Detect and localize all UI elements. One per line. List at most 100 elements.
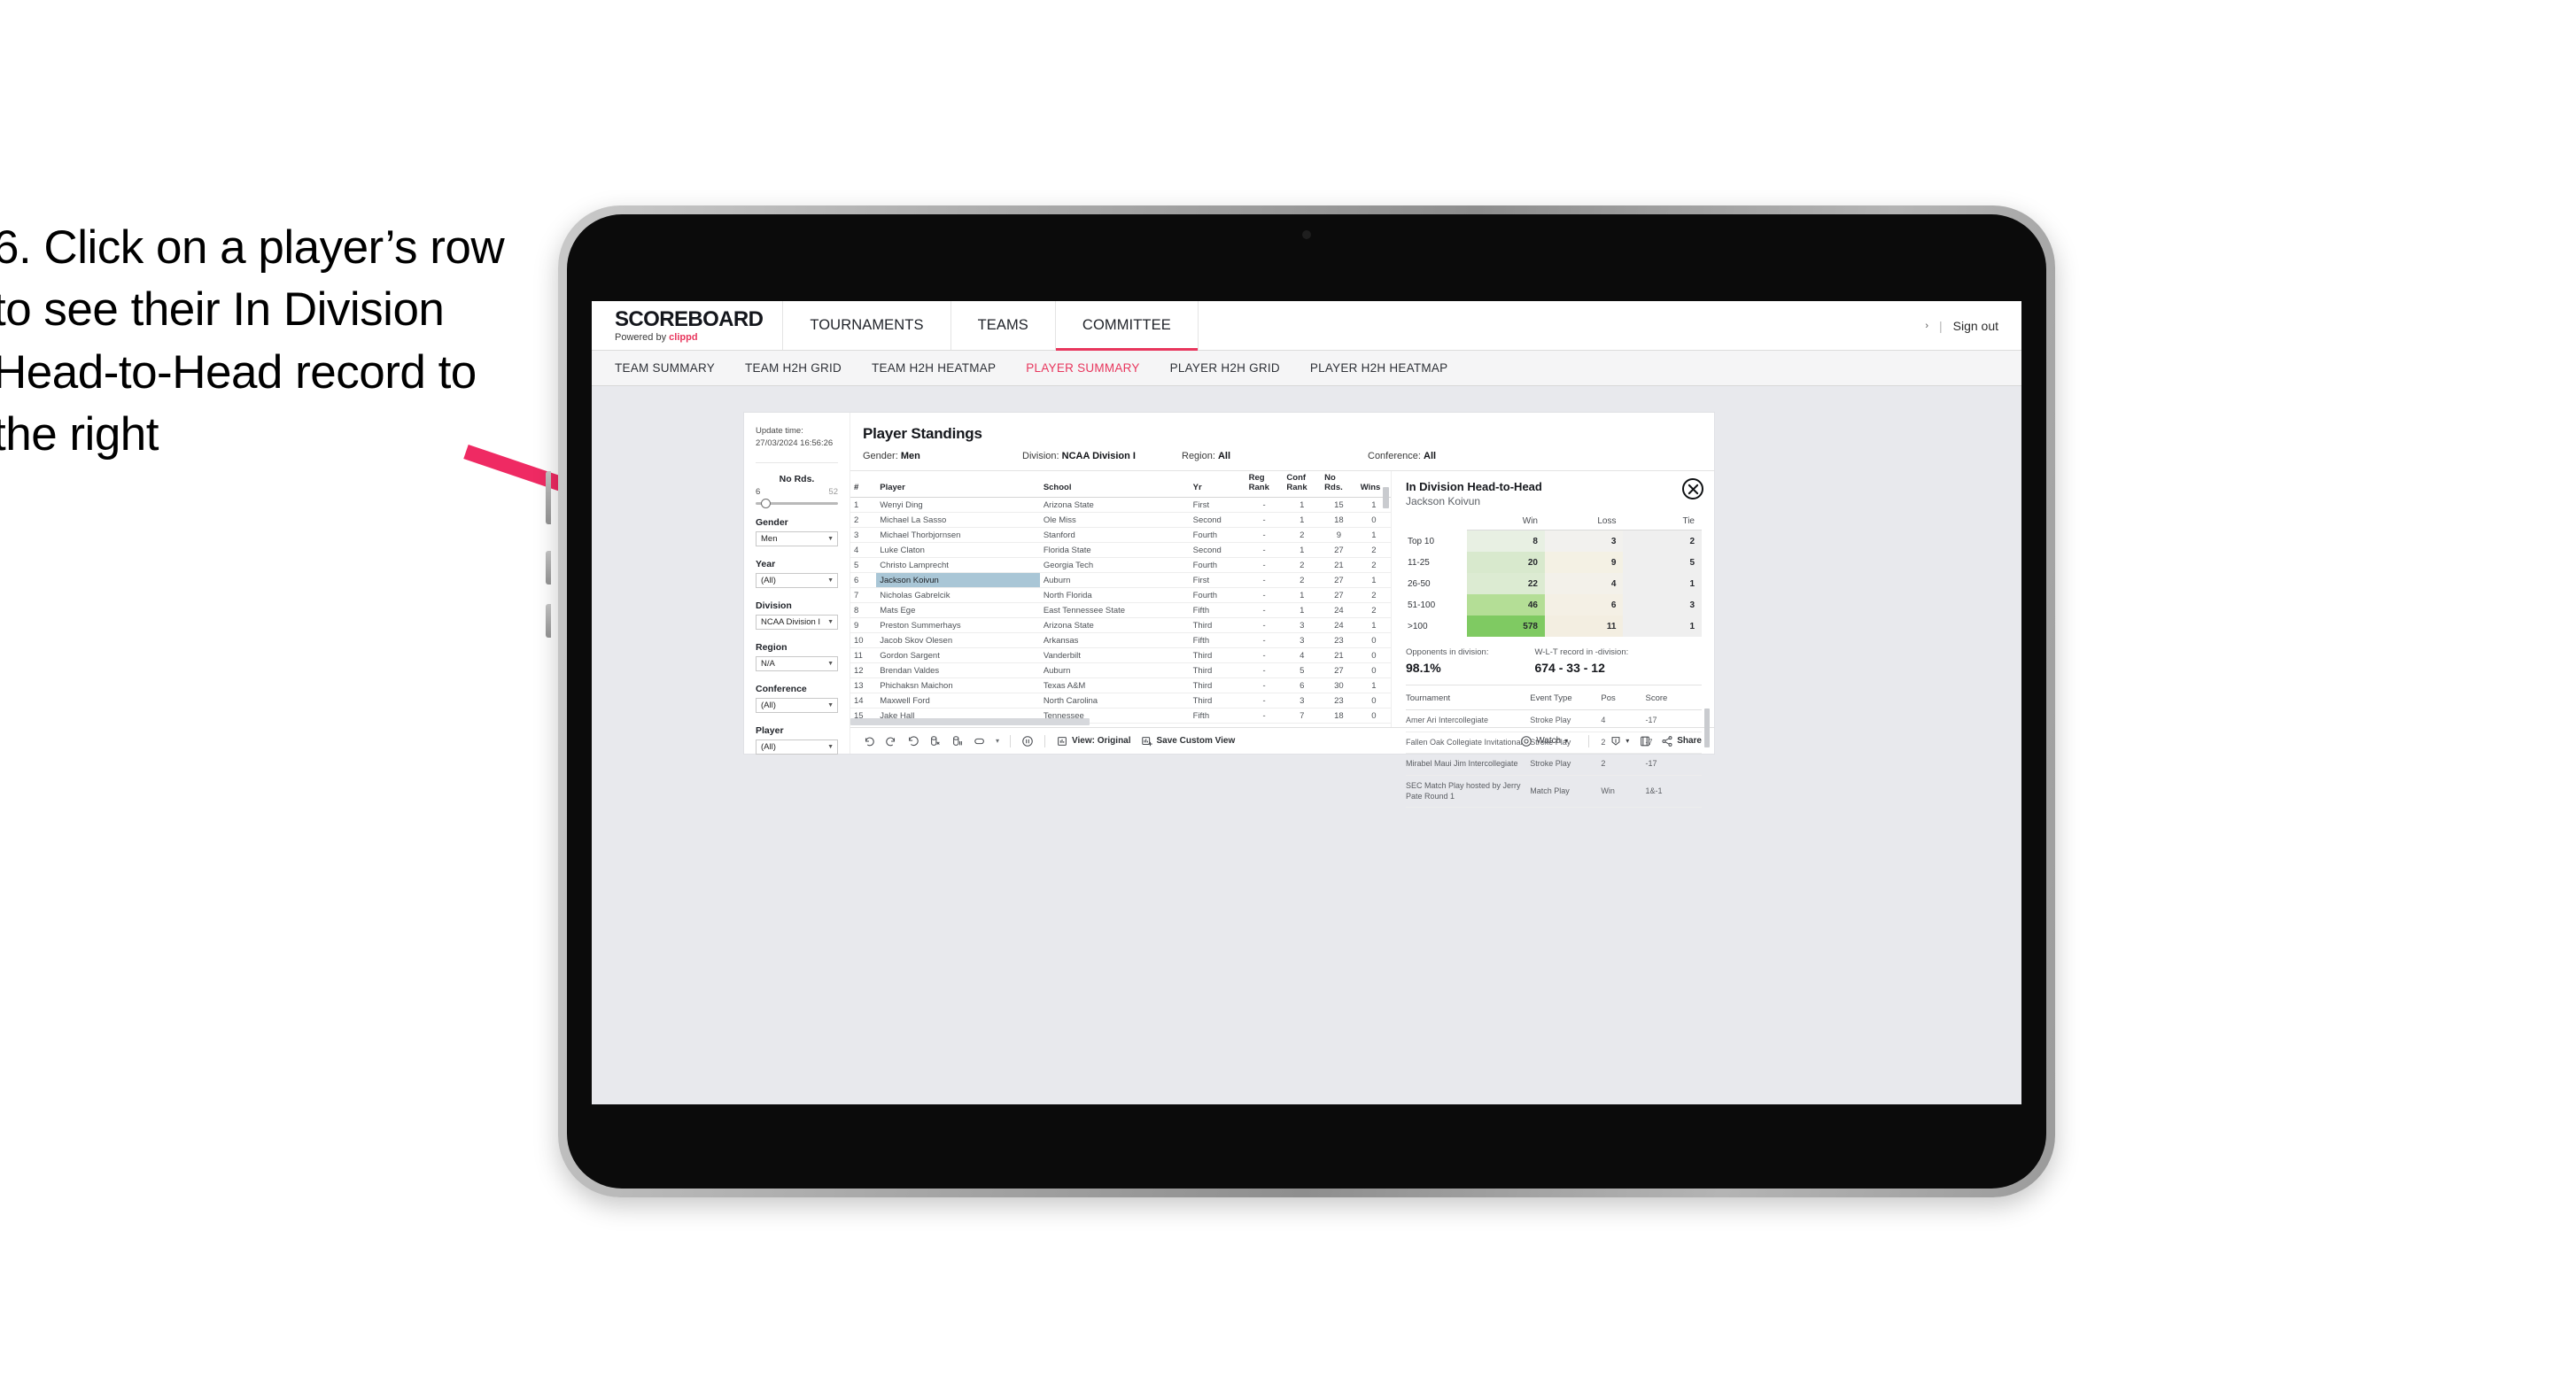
- tab-team-h2h-heatmap[interactable]: TEAM H2H HEATMAP: [872, 361, 996, 375]
- table-row[interactable]: 4 Luke Claton Florida State Second -1 27 2: [850, 542, 1391, 559]
- table-row[interactable]: 13 Phichaksn Maichon Texas A&M Third -6 30 1: [850, 678, 1391, 694]
- col-player[interactable]: Player: [876, 471, 1040, 499]
- summary-gender-label: Gender:: [863, 451, 898, 461]
- tab-player-h2h-grid[interactable]: PLAYER H2H GRID: [1170, 361, 1280, 375]
- summary-division-label: Division:: [1022, 451, 1059, 461]
- player-standings-table: # Player School Yr Reg Rank Conf Rank No…: [850, 471, 1391, 727]
- cell-player: Christo Lamprecht: [876, 557, 1040, 574]
- filter-gender-value: Men: [761, 533, 778, 544]
- table-row[interactable]: 9 Preston Summerhays Arizona State Third -3 2…: [850, 617, 1391, 634]
- table-row[interactable]: 11 Gordon Sargent Vanderbilt Third -4 21 0: [850, 647, 1391, 664]
- undo-icon[interactable]: [863, 735, 875, 747]
- cell-reg-rank: -: [1245, 647, 1284, 664]
- tournament-row[interactable]: Fallen Oak Collegiate Invitational Stroke…: [1406, 732, 1702, 755]
- h2h-col-tie: Tie: [1623, 516, 1702, 530]
- account-chevron-icon[interactable]: ›: [1925, 321, 1928, 331]
- cell-event-type: Stroke Play: [1530, 753, 1602, 777]
- cell-conf-rank: 2: [1283, 557, 1322, 574]
- view-original-button[interactable]: View: Original: [1056, 735, 1131, 747]
- cell-reg-rank: -: [1245, 587, 1284, 604]
- no-rounds-range: 6 52: [756, 487, 838, 497]
- pill-icon[interactable]: [974, 735, 986, 747]
- filter-division-value: NCAA Division I: [761, 616, 821, 627]
- filter-division-select[interactable]: NCAA Division I ▼: [756, 614, 838, 630]
- cell-school: Arkansas: [1039, 632, 1190, 649]
- pause-auto-update-icon[interactable]: [1021, 735, 1034, 747]
- table-row[interactable]: 10 Jacob Skov Olesen Arkansas Fifth -3 23 0: [850, 632, 1391, 649]
- table-row[interactable]: 12 Brendan Valdes Auburn Third -5 27 0: [850, 662, 1391, 679]
- filter-gender-select[interactable]: Men ▼: [756, 530, 838, 546]
- cell-player: Wenyi Ding: [876, 497, 1040, 514]
- pause-data-icon[interactable]: [951, 735, 964, 747]
- col-conf-rank[interactable]: Conf Rank: [1283, 471, 1322, 499]
- filter-conference-select[interactable]: (All) ▼: [756, 697, 838, 713]
- cell-conf-rank: 5: [1283, 662, 1322, 679]
- table-row[interactable]: 14 Maxwell Ford North Carolina Third -3 23 0: [850, 693, 1391, 709]
- pill-chevron-icon[interactable]: ▾: [996, 737, 999, 745]
- table-horizontal-scrollbar[interactable]: [850, 718, 1090, 725]
- revert-icon[interactable]: [907, 735, 919, 747]
- cell-score: -17: [1645, 753, 1702, 777]
- device-button-volume-down: [546, 551, 551, 585]
- redo-icon[interactable]: [885, 735, 897, 747]
- filter-year: Year (All) ▼: [756, 559, 838, 588]
- nav-committee[interactable]: COMMITTEE: [1055, 301, 1199, 351]
- nav-tournaments[interactable]: TOURNAMENTS: [783, 301, 951, 350]
- cell-conf-rank: 8: [1283, 723, 1322, 727]
- cell-reg-rank: -: [1245, 527, 1284, 544]
- no-rounds-slider-handle[interactable]: [761, 498, 771, 508]
- table-row[interactable]: 8 Mats Ege East Tennessee State Fifth -1 24 2: [850, 602, 1391, 619]
- cell-reg-rank: -: [1245, 632, 1284, 649]
- tab-team-h2h-grid[interactable]: TEAM H2H GRID: [745, 361, 842, 375]
- col-school[interactable]: School: [1039, 471, 1190, 499]
- h2h-band-label: 26-50: [1408, 578, 1431, 589]
- filter-player-select[interactable]: (All) ▼: [756, 739, 838, 755]
- cell-school: Auburn: [1039, 662, 1190, 679]
- table-row[interactable]: 2 Michael La Sasso Ole Miss Second -1 18 0: [850, 512, 1391, 529]
- col-reg-rank[interactable]: Reg Rank: [1245, 471, 1284, 499]
- save-custom-view-button[interactable]: Save Custom View: [1141, 735, 1235, 747]
- device-button-power: [546, 604, 551, 638]
- cell-yr: Fourth: [1189, 587, 1245, 604]
- col-no-rds[interactable]: No Rds.: [1321, 471, 1357, 499]
- cell-no-rds: 19: [1321, 723, 1357, 727]
- col-yr[interactable]: Yr: [1189, 471, 1245, 499]
- tab-team-summary[interactable]: TEAM SUMMARY: [615, 361, 715, 375]
- sign-out-button[interactable]: Sign out: [1953, 319, 1998, 333]
- tournament-row[interactable]: SEC Match Play hosted by Jerry Pate Roun…: [1406, 775, 1702, 809]
- close-icon[interactable]: [1682, 478, 1703, 499]
- cell-tournament-name: Fallen Oak Collegiate Invitational: [1406, 732, 1531, 755]
- stat-opponents: Opponents in division: 98.1%: [1406, 647, 1504, 675]
- no-rounds-slider[interactable]: [756, 498, 838, 508]
- table-row[interactable]: 6 Jackson Koivun Auburn First -2 27 1: [850, 572, 1391, 589]
- cell-conf-rank: 1: [1283, 497, 1322, 514]
- cell-rank: 7: [850, 587, 877, 604]
- table-row[interactable]: 7 Nicholas Gabrelcik North Florida Fourth -1…: [850, 587, 1391, 604]
- h2h-cell-loss: 3: [1544, 530, 1624, 552]
- tournaments-scrollbar[interactable]: [1704, 708, 1710, 747]
- cell-yr: Fifth: [1189, 602, 1245, 619]
- tab-player-h2h-heatmap[interactable]: PLAYER H2H HEATMAP: [1310, 361, 1448, 375]
- filter-region-select[interactable]: N/A ▼: [756, 655, 838, 671]
- cell-wins: 0: [1356, 662, 1391, 679]
- tournament-row[interactable]: Mirabel Maui Jim Intercollegiate Stroke P…: [1406, 753, 1702, 777]
- nav-teams[interactable]: TEAMS: [951, 301, 1056, 350]
- cell-yr: Second: [1189, 512, 1245, 529]
- table-row[interactable]: 1 Wenyi Ding Arizona State First -1 15 1: [850, 497, 1391, 514]
- stat-record-value: 674 - 33 - 12: [1534, 661, 1605, 675]
- cell-school: North Florida: [1039, 587, 1190, 604]
- tournament-row[interactable]: Amer Ari Intercollegiate Stroke Play 4 -17: [1406, 709, 1702, 732]
- table-vertical-scrollbar[interactable]: [1383, 487, 1389, 508]
- table-row[interactable]: 5 Christo Lamprecht Georgia Tech Fourth -2 21…: [850, 557, 1391, 574]
- brand-logo[interactable]: SCOREBOARD Powered by clippd: [592, 301, 784, 350]
- refresh-data-icon[interactable]: [929, 735, 942, 747]
- filter-year-select[interactable]: (All) ▼: [756, 572, 838, 588]
- tournament-rows: Amer Ari Intercollegiate Stroke Play 4 -17 F…: [1406, 709, 1702, 809]
- cell-yr: Third: [1189, 662, 1245, 679]
- cell-player: Gordon Sargent: [876, 647, 1040, 664]
- col-rank[interactable]: #: [850, 471, 877, 499]
- tab-player-summary[interactable]: PLAYER SUMMARY: [1026, 361, 1139, 375]
- cell-rank: 2: [850, 512, 877, 529]
- table-row[interactable]: 3 Michael Thorbjornsen Stanford Fourth -2 9 1: [850, 527, 1391, 544]
- filter-player-label: Player: [756, 724, 784, 736]
